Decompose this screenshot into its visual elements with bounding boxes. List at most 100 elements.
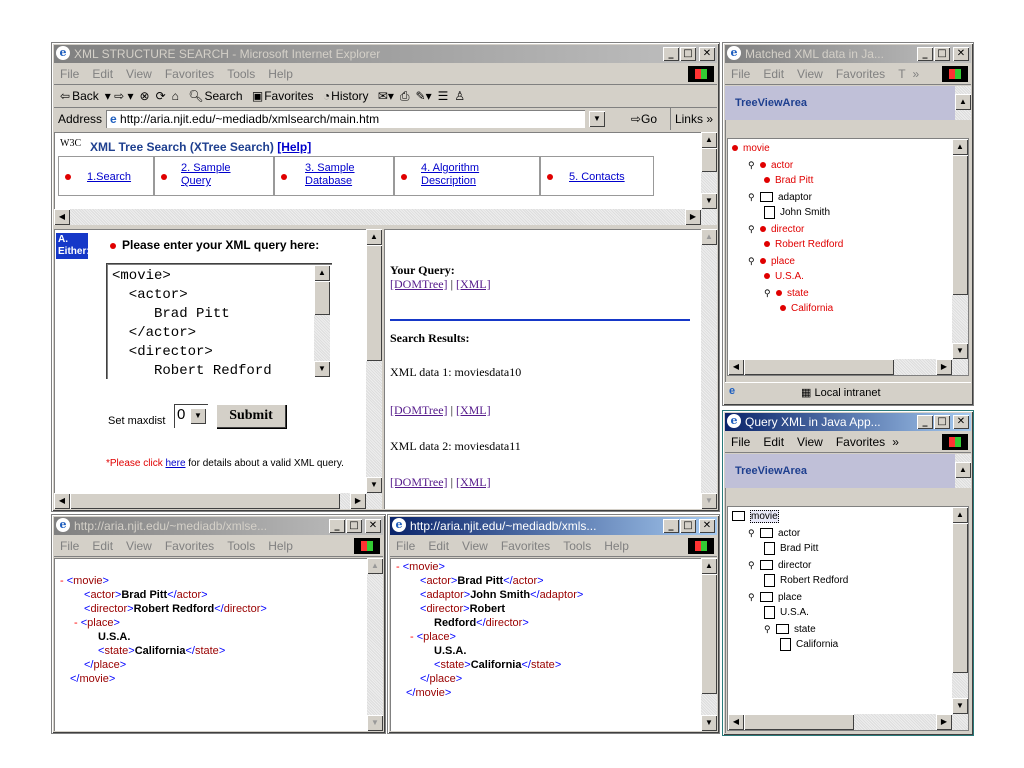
query-textarea[interactable]: <movie> <actor> Brad Pitt </actor> <dire…: [106, 263, 332, 379]
refresh-icon[interactable]: ⟳: [156, 89, 166, 103]
menu-view[interactable]: View: [797, 67, 823, 81]
nav-sample-database-link[interactable]: 3. Sample Database: [305, 162, 375, 188]
messenger-icon[interactable]: ♙: [454, 89, 465, 103]
scroll-down-icon[interactable]: ▼: [366, 477, 382, 493]
tree-node[interactable]: John Smith: [764, 205, 830, 221]
minimize-button[interactable]: _: [663, 47, 679, 61]
scroll-up-icon[interactable]: ▲: [952, 139, 968, 155]
tree-node[interactable]: California: [780, 301, 833, 317]
expand-key-icon[interactable]: ⚲: [748, 557, 756, 573]
menu-view[interactable]: View: [797, 435, 823, 449]
menu-edit[interactable]: Edit: [763, 67, 784, 81]
tree-node[interactable]: ⚲ adaptor: [748, 189, 812, 206]
tree-node[interactable]: U.S.A.: [764, 269, 804, 285]
scroll-up-icon[interactable]: ▲: [955, 462, 971, 478]
xml2-vertical-scrollbar[interactable]: ▲ ▼: [701, 558, 717, 731]
menu-help[interactable]: Help: [268, 67, 293, 81]
header-vertical-scrollbar[interactable]: ▲ ▼: [701, 132, 717, 209]
applet-scrollbar[interactable]: ▲: [955, 86, 971, 120]
scroll-down-icon[interactable]: ▼: [701, 715, 717, 731]
menu-favorites[interactable]: Favorites: [836, 67, 885, 81]
result-2-domtree-link[interactable]: [DOMTree]: [390, 475, 448, 489]
menu-favorites[interactable]: Favorites: [836, 435, 885, 449]
scroll-right-icon[interactable]: ▶: [936, 714, 952, 730]
scroll-thumb[interactable]: [744, 359, 894, 375]
scroll-thumb[interactable]: [366, 245, 382, 361]
tree-node[interactable]: ⚲ place: [748, 253, 795, 270]
xml1-vertical-scrollbar[interactable]: ▲ ▼: [367, 558, 383, 731]
menu-tools[interactable]: Tools: [227, 67, 255, 81]
query-frame-horizontal-scrollbar[interactable]: ◀ ▶: [54, 493, 382, 509]
scroll-up-icon[interactable]: ▲: [952, 507, 968, 523]
maximize-button[interactable]: □: [346, 519, 362, 533]
scroll-thumb[interactable]: [952, 155, 968, 295]
search-toolbar-button[interactable]: Search: [204, 89, 242, 103]
scroll-up-icon[interactable]: ▲: [366, 229, 382, 245]
scroll-left-icon[interactable]: ◀: [728, 714, 744, 730]
query-frame-vertical-scrollbar[interactable]: ▲ ▼: [366, 229, 382, 493]
close-button[interactable]: ✕: [699, 47, 715, 61]
tree-node[interactable]: Brad Pitt: [764, 173, 813, 189]
menu-edit[interactable]: Edit: [92, 67, 113, 81]
expand-key-icon[interactable]: ⚲: [764, 621, 772, 637]
tree-node[interactable]: California: [780, 637, 838, 653]
scroll-up-icon[interactable]: ▲: [367, 558, 383, 574]
menu-edit[interactable]: Edit: [428, 539, 449, 553]
nav-sample-query-link[interactable]: 2. Sample Query: [181, 162, 251, 188]
result-2-xml-link[interactable]: [XML]: [456, 475, 491, 489]
menu-favorites[interactable]: Favorites: [501, 539, 550, 553]
scroll-left-icon[interactable]: ◀: [728, 359, 744, 375]
collapse-toggle[interactable]: -: [410, 631, 417, 643]
scroll-thumb[interactable]: [314, 281, 330, 315]
scroll-up-icon[interactable]: ▲: [955, 94, 971, 110]
tree-horizontal-scrollbar[interactable]: ◀ ▶: [728, 714, 968, 730]
menu-file[interactable]: File: [60, 67, 79, 81]
menu-file[interactable]: File: [396, 539, 415, 553]
menu-help[interactable]: Help: [604, 539, 629, 553]
collapse-toggle[interactable]: -: [74, 617, 81, 629]
menu-view[interactable]: View: [126, 67, 152, 81]
links-button[interactable]: Links »: [669, 108, 713, 130]
scroll-down-icon[interactable]: ▼: [952, 343, 968, 359]
mail-icon[interactable]: ✉▾: [378, 89, 394, 103]
scroll-thumb[interactable]: [744, 714, 854, 730]
nav-algorithm-link[interactable]: 4. Algorithm Description: [421, 162, 511, 188]
scroll-down-icon[interactable]: ▼: [952, 698, 968, 714]
scroll-left-icon[interactable]: ◀: [54, 493, 70, 509]
tree-node[interactable]: ⚲ place: [748, 589, 802, 606]
tree-node[interactable]: movie: [732, 509, 779, 525]
discuss-icon[interactable]: ☰: [438, 89, 449, 103]
menu-favorites[interactable]: Favorites: [165, 67, 214, 81]
address-dropdown-button[interactable]: ▼: [589, 111, 605, 127]
xml2-title-bar[interactable]: e http://aria.njit.edu/~mediadb/xmls... …: [390, 517, 717, 535]
scroll-thumb[interactable]: [701, 148, 717, 172]
tree-node[interactable]: ⚲ state: [764, 285, 809, 302]
maximize-button[interactable]: □: [934, 415, 950, 429]
nav-contacts-link[interactable]: 5. Contacts: [569, 171, 625, 183]
query-title-bar[interactable]: e Query XML in Java App... _ □ ✕: [725, 413, 971, 431]
print-icon[interactable]: ⎙: [400, 89, 410, 103]
stop-icon[interactable]: ⊗: [140, 89, 150, 103]
tree-node[interactable]: ⚲ director: [748, 557, 811, 574]
minimize-button[interactable]: _: [917, 415, 933, 429]
result-1-domtree-link[interactable]: [DOMTree]: [390, 403, 448, 417]
scroll-up-icon[interactable]: ▲: [314, 265, 330, 281]
menu-view[interactable]: View: [126, 539, 152, 553]
close-button[interactable]: ✕: [365, 519, 381, 533]
menu-file[interactable]: File: [60, 539, 79, 553]
help-link[interactable]: [Help]: [277, 140, 311, 154]
address-input[interactable]: e http://aria.njit.edu/~mediadb/xmlsearc…: [106, 110, 585, 128]
scroll-right-icon[interactable]: ▶: [936, 359, 952, 375]
tree-node[interactable]: Robert Redford: [764, 237, 843, 253]
expand-key-icon[interactable]: ⚲: [748, 157, 756, 173]
menu-view[interactable]: View: [462, 539, 488, 553]
here-link[interactable]: here: [165, 458, 185, 469]
close-button[interactable]: ✕: [953, 47, 969, 61]
applet-scrollbar[interactable]: ▲: [955, 454, 971, 488]
result-1-xml-link[interactable]: [XML]: [456, 403, 491, 417]
maxdist-select[interactable]: 0 ▼: [174, 404, 208, 428]
main-title-bar[interactable]: e XML STRUCTURE SEARCH - Microsoft Inter…: [54, 45, 717, 63]
menu-edit[interactable]: Edit: [763, 435, 784, 449]
tree-node[interactable]: movie: [732, 141, 770, 157]
results-vertical-scrollbar[interactable]: ▲ ▼: [701, 229, 717, 509]
